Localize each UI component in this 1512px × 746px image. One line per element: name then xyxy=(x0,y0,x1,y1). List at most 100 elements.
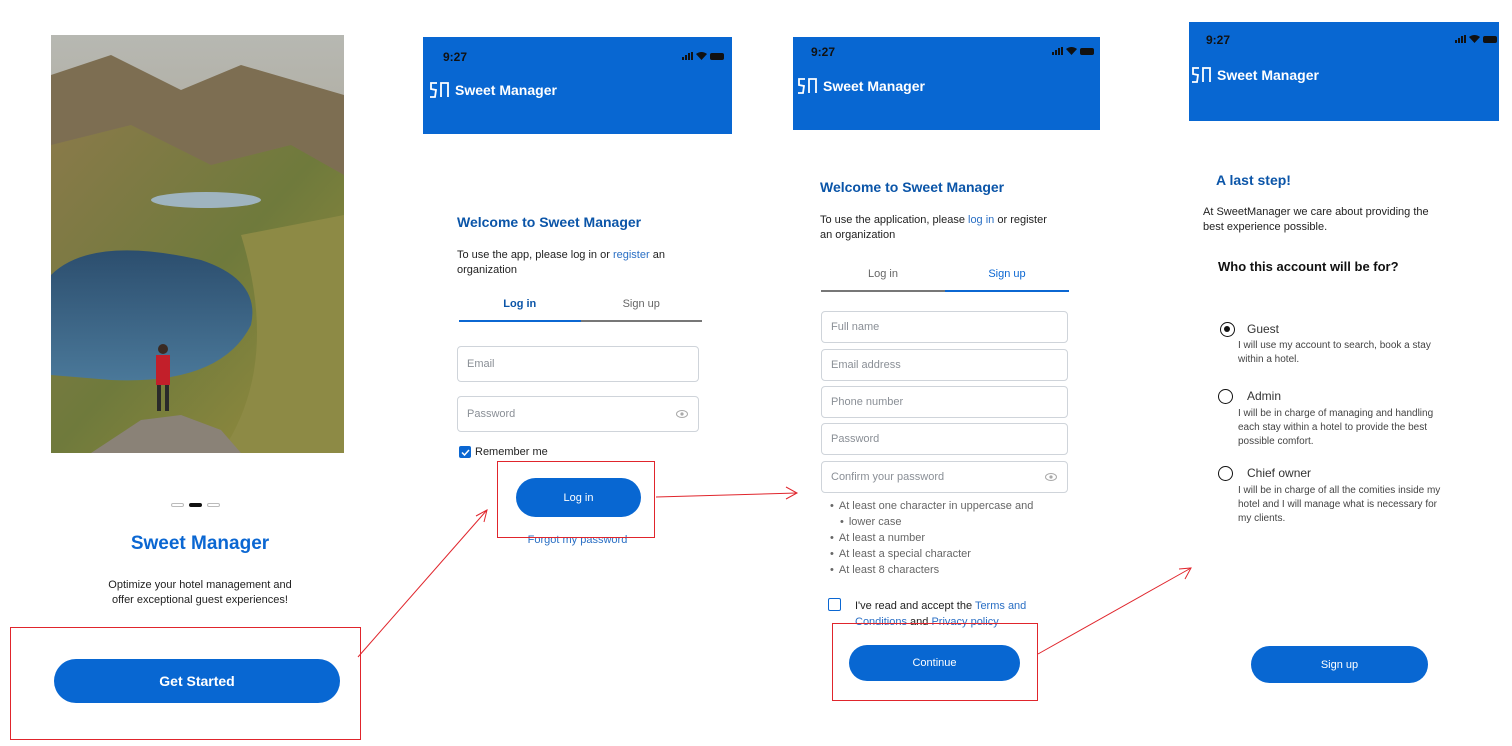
role-screen: 9:27 Sweet Manager A last step! At Sweet… xyxy=(1189,22,1499,702)
option-desc-line: within a hotel. xyxy=(1238,354,1300,365)
email-field[interactable]: Email xyxy=(457,346,699,382)
rule-item: At least one character in uppercase and xyxy=(830,498,1070,514)
checkbox-checked-icon[interactable] xyxy=(459,446,471,458)
option-desc-line: each stay within a hotel to provide the … xyxy=(1238,422,1428,433)
logo-icon xyxy=(1192,67,1211,83)
email-field[interactable]: Email address xyxy=(821,349,1068,381)
option-desc-line: hotel and I will manage what is necessar… xyxy=(1238,499,1437,510)
highlight-box-continue xyxy=(832,623,1038,701)
tab-signup[interactable]: Sign up xyxy=(945,268,1069,292)
option-label: Chief owner xyxy=(1247,466,1312,480)
logo-icon xyxy=(798,78,817,94)
wifi-icon xyxy=(696,52,707,60)
terms-prefix: I've read and accept the xyxy=(855,600,975,612)
carousel-dot[interactable] xyxy=(171,503,184,507)
password-placeholder: Password xyxy=(467,408,516,420)
signal-icon xyxy=(1052,47,1063,55)
eye-icon[interactable] xyxy=(676,410,688,418)
option-desc-line: I will be in charge of managing and hand… xyxy=(1238,408,1434,419)
tagline-line: Optimize your hotel management and xyxy=(108,579,292,591)
phone-field[interactable]: Phone number xyxy=(821,386,1068,418)
full-name-field[interactable]: Full name xyxy=(821,311,1068,343)
password-placeholder: Password xyxy=(831,433,880,445)
role-option-admin[interactable]: Admin I will be in charge of managing an… xyxy=(1189,388,1499,458)
password-rules: At least one character in uppercase and … xyxy=(830,498,1070,578)
option-desc-line: my clients. xyxy=(1238,513,1286,524)
remember-label: Remember me xyxy=(475,446,548,458)
phone-placeholder: Phone number xyxy=(831,396,904,408)
password-field[interactable]: Password xyxy=(821,423,1068,455)
option-desc: I will use my account to search, book a … xyxy=(1238,339,1498,367)
app-header: 9:27 Sweet Manager xyxy=(793,37,1100,130)
brand-name: Sweet Manager xyxy=(1217,67,1319,83)
tagline: Optimize your hotel management and offer… xyxy=(40,578,360,608)
option-desc-line: possible comfort. xyxy=(1238,436,1314,447)
battery-icon xyxy=(1080,47,1094,55)
option-label: Admin xyxy=(1247,389,1282,403)
password-field[interactable]: Password xyxy=(457,396,699,432)
app-title: Sweet Manager xyxy=(130,533,270,554)
account-question: Who this account will be for? xyxy=(1218,259,1399,274)
remember-me[interactable]: Remember me xyxy=(459,446,548,458)
intro-text: an organization xyxy=(820,229,896,241)
radio-unselected-icon[interactable] xyxy=(1218,466,1233,481)
brand: Sweet Manager xyxy=(429,81,557,99)
register-link[interactable]: register xyxy=(613,249,650,261)
highlight-box-login xyxy=(497,461,655,538)
tab-login[interactable]: Log in xyxy=(821,268,945,292)
signup-button[interactable]: Sign up xyxy=(1251,646,1428,683)
status-icons xyxy=(1052,47,1094,55)
signup-screen: 9:27 Sweet Manager Welcome to Sweet Mana… xyxy=(793,37,1100,707)
confirm-placeholder: Confirm your password xyxy=(831,471,945,483)
carousel-indicator[interactable] xyxy=(171,503,220,507)
confirm-password-field[interactable]: Confirm your password xyxy=(821,461,1068,493)
welcome-intro: To use the app, please log in or registe… xyxy=(457,248,697,278)
battery-icon xyxy=(710,52,724,60)
intro-line: best experience possible. xyxy=(1203,221,1328,233)
rule-item-cont: lower case xyxy=(848,516,902,528)
rule-item: At least 8 characters xyxy=(830,562,1070,578)
login-link[interactable]: log in xyxy=(968,214,994,226)
option-desc-line: I will use my account to search, book a … xyxy=(1238,340,1431,351)
brand-name: Sweet Manager xyxy=(455,82,557,98)
brand-name: Sweet Manager xyxy=(823,78,925,94)
status-icons xyxy=(1455,35,1497,43)
auth-tabs: Log in Sign up xyxy=(459,298,702,322)
radio-selected-icon[interactable] xyxy=(1220,322,1235,337)
intro-text: organization xyxy=(457,264,517,276)
tagline-line: offer exceptional guest experiences! xyxy=(112,594,288,606)
last-step-intro: At SweetManager we care about providing … xyxy=(1203,205,1493,235)
role-option-guest[interactable]: Guest I will use my account to search, b… xyxy=(1189,320,1499,380)
terms-link[interactable]: Terms and xyxy=(975,600,1026,612)
signal-icon xyxy=(682,52,693,60)
signal-icon xyxy=(1455,35,1466,43)
rule-item: At least a special character xyxy=(830,546,1070,562)
status-time: 9:27 xyxy=(811,45,836,59)
full-name-placeholder: Full name xyxy=(831,321,880,333)
tab-signup[interactable]: Sign up xyxy=(580,298,702,322)
rule-item: At least a number xyxy=(830,530,1070,546)
intro-text: To use the app, please log in or xyxy=(457,249,613,261)
option-desc: I will be in charge of all the comities … xyxy=(1238,484,1498,526)
auth-tabs: Log in Sign up xyxy=(821,268,1069,292)
intro-text: an xyxy=(649,249,665,261)
status-time: 9:27 xyxy=(1206,33,1231,47)
option-label: Guest xyxy=(1247,322,1280,336)
option-desc-line: I will be in charge of all the comities … xyxy=(1238,485,1441,496)
intro-line: At SweetManager we care about providing … xyxy=(1203,206,1429,218)
carousel-dot-active[interactable] xyxy=(189,503,202,507)
carousel-dot[interactable] xyxy=(207,503,220,507)
option-desc: I will be in charge of managing and hand… xyxy=(1238,407,1498,449)
tab-login[interactable]: Log in xyxy=(459,298,581,322)
welcome-intro: To use the application, please log in or… xyxy=(820,213,1080,243)
welcome-title: Welcome to Sweet Manager xyxy=(820,179,1005,195)
onboarding-screen: Sweet Manager Optimize your hotel manage… xyxy=(40,35,360,725)
hero-image xyxy=(51,35,344,453)
eye-icon[interactable] xyxy=(1045,473,1057,481)
role-option-chief-owner[interactable]: Chief owner I will be in charge of all t… xyxy=(1189,465,1499,535)
intro-text: or register xyxy=(994,214,1047,226)
terms-checkbox[interactable] xyxy=(828,598,841,611)
email-placeholder: Email xyxy=(467,358,495,370)
radio-unselected-icon[interactable] xyxy=(1218,389,1233,404)
email-placeholder: Email address xyxy=(831,359,901,371)
